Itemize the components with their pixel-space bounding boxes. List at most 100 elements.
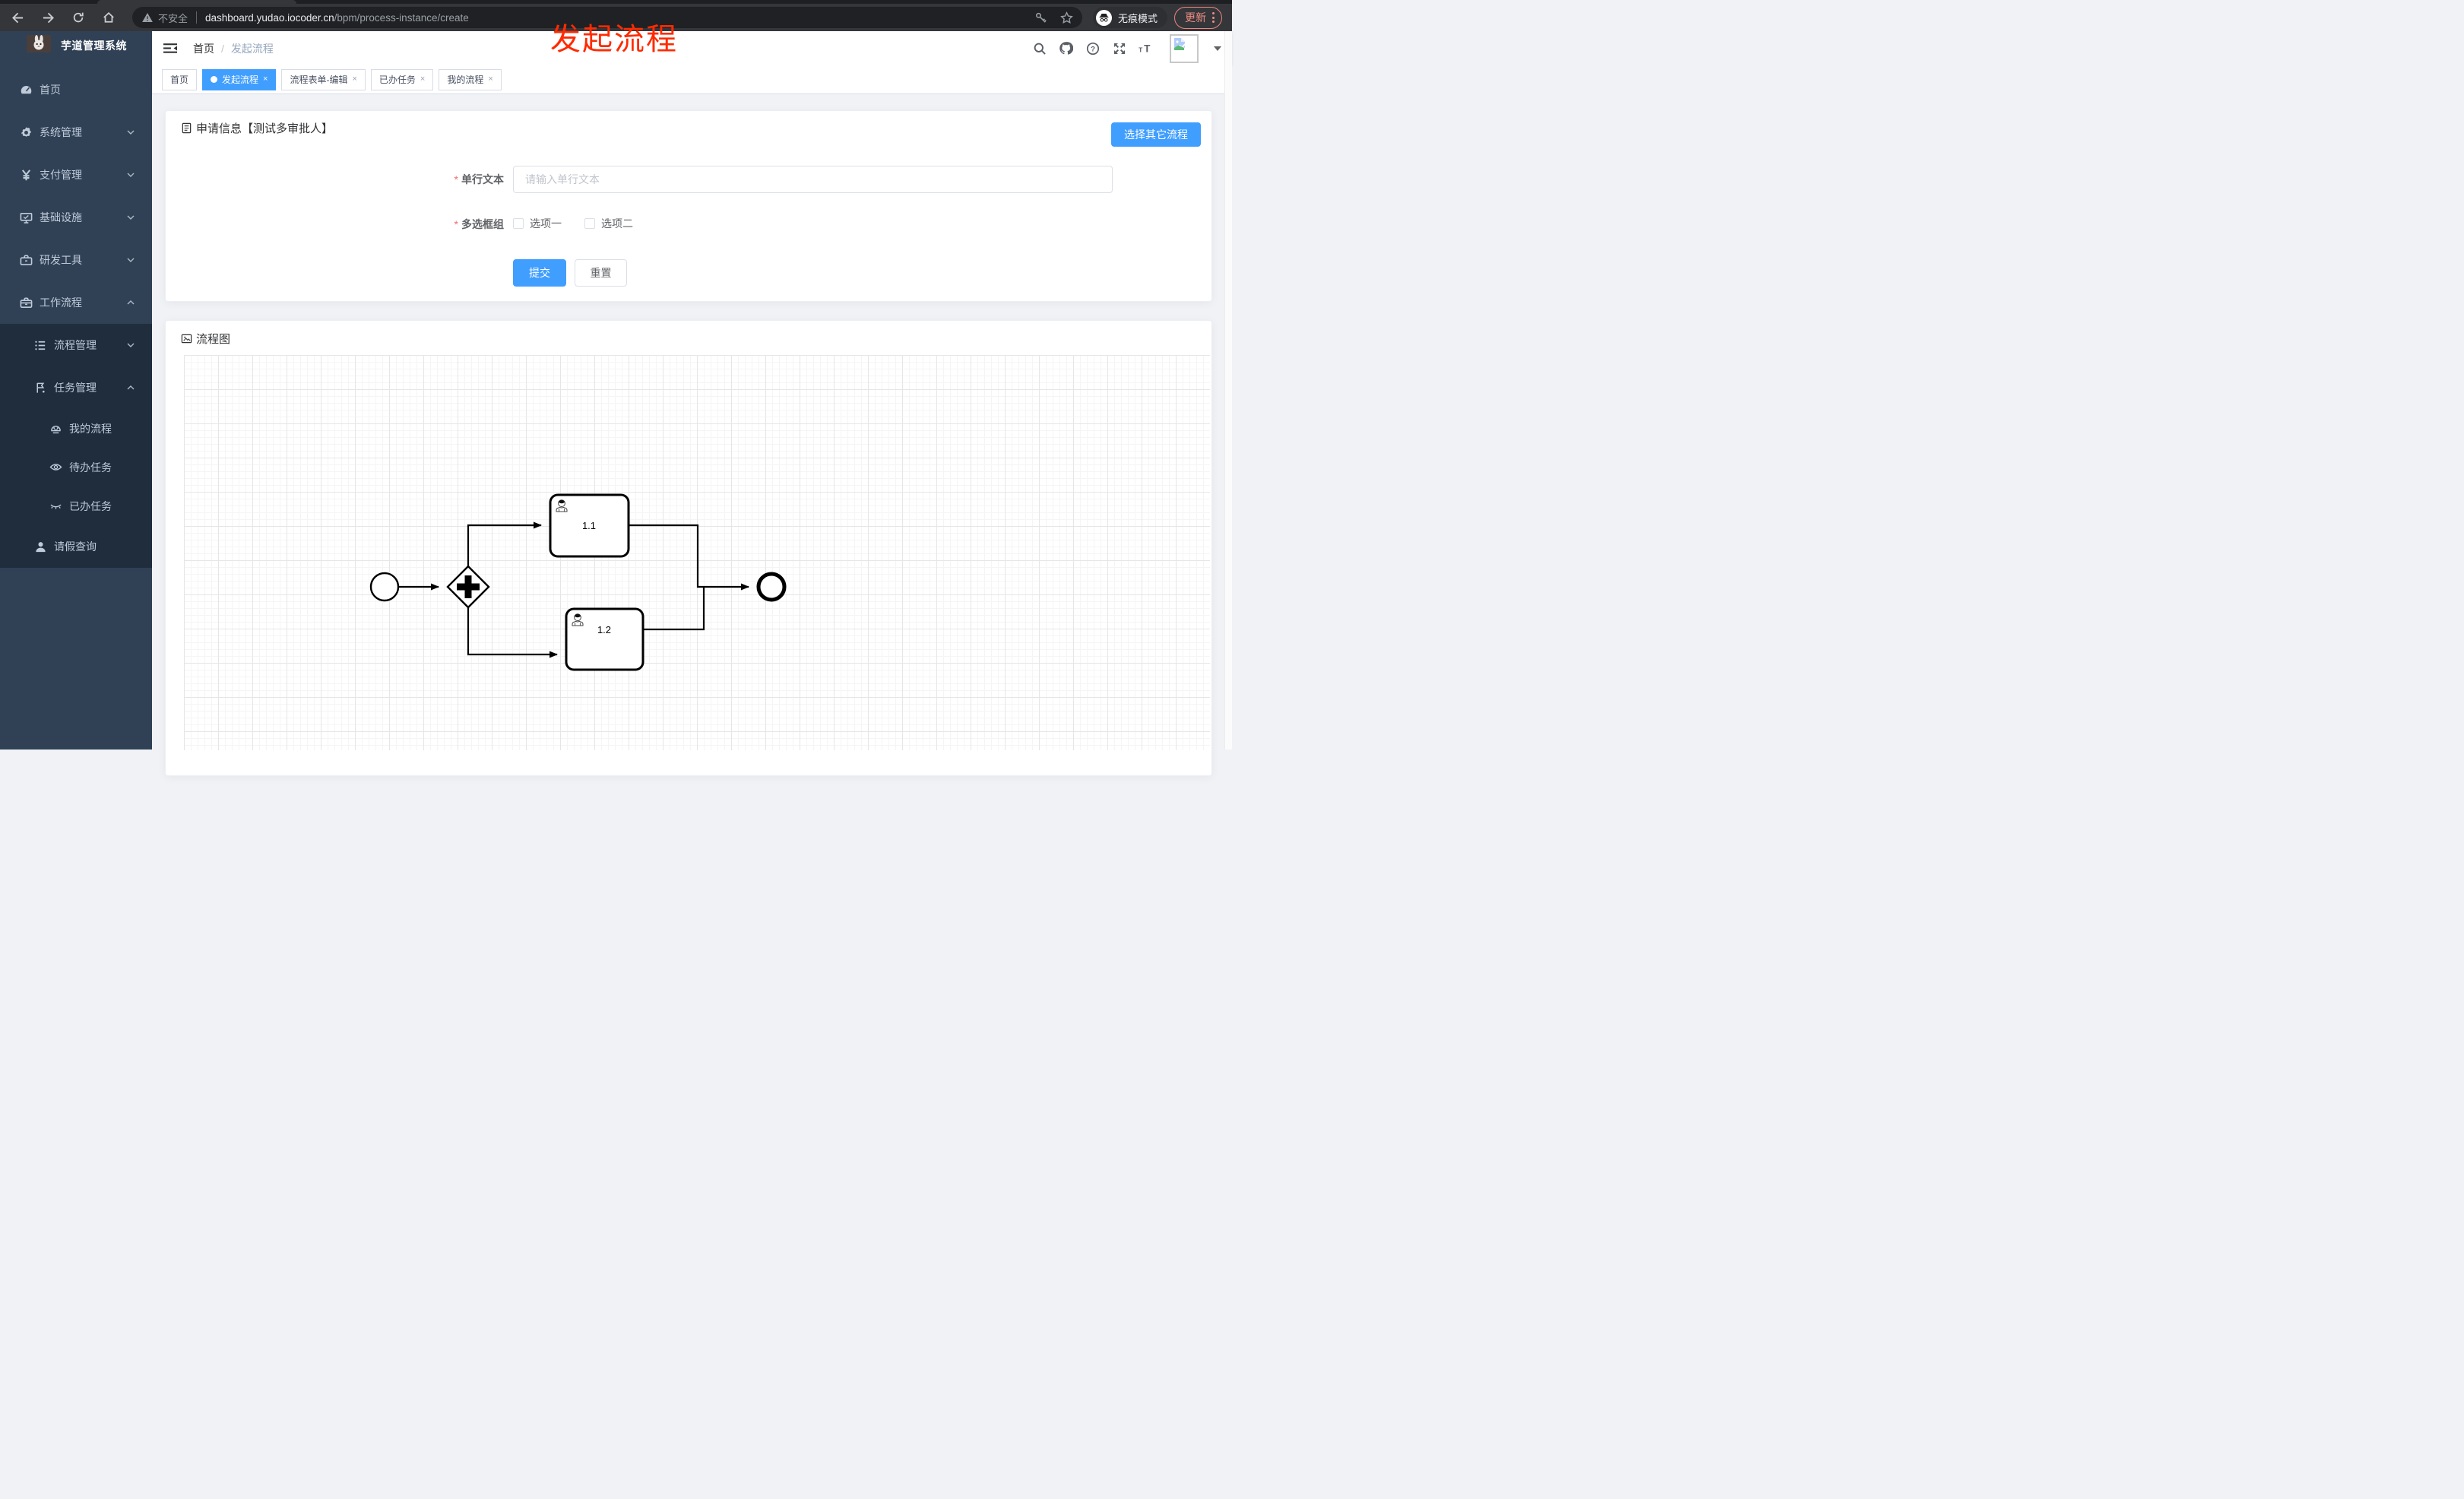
- bookmark-star-icon[interactable]: [1059, 11, 1073, 24]
- sidebar-item-label: 基础设施: [40, 211, 82, 223]
- home-icon[interactable]: [102, 11, 116, 24]
- sidebar-item-1[interactable]: 首页: [0, 68, 152, 111]
- tab-1[interactable]: 首页: [162, 68, 198, 90]
- key-icon[interactable]: [1034, 11, 1048, 24]
- font-size-icon[interactable]: TT: [1139, 41, 1153, 55]
- close-icon[interactable]: ×: [488, 75, 492, 84]
- sidebar-item-7[interactable]: 流程管理: [0, 324, 152, 366]
- reload-icon[interactable]: [71, 11, 85, 24]
- task2-label: 1.2: [597, 624, 611, 635]
- bpmn-start-event[interactable]: [369, 572, 400, 602]
- sidebar-item-label: 首页: [40, 84, 61, 96]
- single-line-text-input[interactable]: [513, 166, 1113, 193]
- tab-label: 发起流程: [222, 74, 259, 85]
- dashboard-icon: [20, 84, 33, 97]
- tab-5[interactable]: 我的流程 ×: [439, 68, 502, 90]
- scrollbar[interactable]: [1224, 31, 1232, 750]
- sidebar-item-4[interactable]: 基础设施: [0, 196, 152, 239]
- checkbox-group-label: * 多选框组: [454, 218, 504, 230]
- url-domain: dashboard.yudao.iocoder.cn: [205, 11, 334, 24]
- sidebar-item-11[interactable]: 已办任务: [0, 486, 152, 525]
- annotation-title: 发起流程: [550, 23, 678, 56]
- submit-button[interactable]: 提交: [513, 259, 566, 287]
- bpmn-end-event[interactable]: [756, 572, 787, 602]
- update-button[interactable]: 更新: [1174, 6, 1223, 29]
- reset-button[interactable]: 重置: [575, 259, 627, 287]
- select-other-process-button[interactable]: 选择其它流程: [1111, 122, 1201, 147]
- checkbox-option-1[interactable]: 选项一: [513, 216, 562, 231]
- close-icon[interactable]: ×: [352, 75, 356, 84]
- app-logo: [27, 35, 51, 52]
- gear-icon: [20, 126, 33, 139]
- browser-tab-strip: [0, 0, 1232, 4]
- github-icon[interactable]: [1059, 41, 1073, 55]
- browser-active-tab[interactable]: [97, 0, 296, 4]
- security-label[interactable]: 不安全: [158, 11, 188, 25]
- checkbox-icon[interactable]: [513, 218, 524, 229]
- briefcase-icon: [20, 296, 33, 309]
- sidebar-item-5[interactable]: 研发工具: [0, 239, 152, 281]
- breadcrumb-separator: /: [221, 42, 224, 55]
- sidebar-item-12[interactable]: 请假查询: [0, 525, 152, 568]
- sidebar-item-6[interactable]: 工作流程: [0, 281, 152, 324]
- close-icon[interactable]: ×: [263, 75, 268, 84]
- avatar[interactable]: [1170, 33, 1199, 63]
- forward-icon[interactable]: [41, 11, 55, 24]
- tab-label: 首页: [170, 74, 189, 85]
- tab-2[interactable]: 发起流程 ×: [202, 68, 277, 90]
- flow-gateway-task2: [467, 607, 558, 658]
- fullscreen-icon[interactable]: [1112, 41, 1126, 55]
- document-icon: [181, 122, 192, 134]
- sidebar-item-8[interactable]: 任务管理: [0, 366, 152, 409]
- page-tabs: 首页 发起流程 × 流程表单-编辑 × 已办任务 × 我的流程 ×: [152, 65, 1232, 94]
- svg-text:?: ?: [1091, 45, 1095, 53]
- face-icon: [49, 422, 62, 435]
- incognito-label: 无痕模式: [1118, 12, 1158, 24]
- person-icon: [34, 540, 47, 553]
- bpmn-parallel-gateway[interactable]: [446, 565, 490, 609]
- sidebar-item-label: 待办任务: [69, 461, 112, 474]
- sidebar-item-10[interactable]: 待办任务: [0, 448, 152, 486]
- logo-row[interactable]: 芋道管理系统: [0, 31, 152, 68]
- checkbox-label: 选项一: [530, 217, 562, 230]
- checkbox-option-2[interactable]: 选项二: [584, 216, 633, 231]
- main-content: 申请信息【测试多审批人】 选择其它流程 *单行文本 *多选框组 选项一 选项二 提…: [152, 94, 1232, 776]
- back-icon[interactable]: [11, 11, 24, 24]
- breadcrumb-current: 发起流程: [230, 42, 274, 55]
- monitor-icon: [20, 211, 33, 224]
- bpmn-canvas[interactable]: 1.1 1.2: [184, 355, 1210, 750]
- diagram-card-title: 流程图: [181, 331, 230, 347]
- update-label: 更新: [1185, 11, 1207, 24]
- active-dot: [211, 76, 218, 83]
- breadcrumb-home[interactable]: 首页: [193, 41, 214, 56]
- form-card-title: 申请信息【测试多审批人】: [181, 120, 333, 136]
- sidebar-item-9[interactable]: 我的流程: [0, 409, 152, 448]
- help-icon[interactable]: ?: [1085, 41, 1100, 55]
- sidebar-item-3[interactable]: 支付管理: [0, 154, 152, 196]
- incognito-badge: 无痕模式: [1093, 7, 1168, 28]
- sidebar-menu: 首页系统管理支付管理基础设施研发工具 工作流程 流程管理任务管理我的流程待办任务已办…: [0, 68, 152, 568]
- sidebar-item-2[interactable]: 系统管理: [0, 111, 152, 154]
- checkbox-icon[interactable]: [584, 218, 595, 229]
- checkbox-group: 选项一 选项二: [513, 210, 633, 237]
- warning-icon: [142, 13, 153, 22]
- tab-label: 已办任务: [378, 74, 416, 85]
- chevron-down-icon: [126, 128, 135, 137]
- chevron-down-icon[interactable]: [1214, 46, 1221, 51]
- sidebar-fold-icon[interactable]: [163, 43, 177, 58]
- tab-4[interactable]: 已办任务 ×: [370, 68, 434, 90]
- search-icon[interactable]: [1032, 41, 1047, 55]
- browser-menu-icon[interactable]: [1212, 12, 1215, 23]
- sidebar-item-label: 支付管理: [40, 169, 82, 181]
- bpmn-diagram: 1.1 1.2: [369, 493, 787, 671]
- close-icon[interactable]: ×: [420, 75, 425, 84]
- url-separator: [196, 11, 198, 24]
- bpmn-user-task-2[interactable]: 1.2: [565, 607, 645, 671]
- header-actions: ? TT: [1032, 31, 1221, 65]
- sidebar-item-label: 任务管理: [54, 382, 97, 394]
- bpmn-user-task-1[interactable]: 1.1: [549, 493, 630, 558]
- tab-3[interactable]: 流程表单-编辑 ×: [281, 68, 366, 90]
- flow-gateway-task1: [467, 521, 542, 567]
- picture-icon: [181, 333, 192, 344]
- chevron-up-icon: [126, 298, 135, 307]
